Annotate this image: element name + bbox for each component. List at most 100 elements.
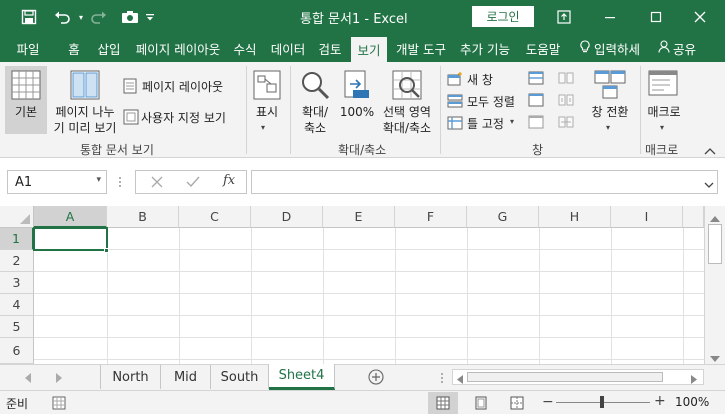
row-header[interactable]: 1 xyxy=(0,228,34,250)
next-sheet-icon[interactable] xyxy=(55,372,63,386)
tab-formulas[interactable]: 수식 xyxy=(228,34,262,62)
tab-insert[interactable]: 삽입 xyxy=(92,34,126,62)
custom-views-button[interactable]: 사용자 지정 보기 xyxy=(123,107,238,127)
close-icon[interactable] xyxy=(680,0,720,34)
formula-bar-grip[interactable] xyxy=(118,176,122,188)
macro-record-icon[interactable] xyxy=(52,396,66,413)
tab-developer[interactable]: 개발 도구 xyxy=(390,34,452,62)
undo-icon[interactable] xyxy=(48,0,78,34)
zoom-slider-thumb[interactable] xyxy=(600,396,604,408)
new-sheet-button[interactable] xyxy=(368,369,384,388)
enter-icon[interactable] xyxy=(186,176,200,191)
vertical-scroll-thumb[interactable] xyxy=(708,224,722,264)
row-header[interactable]: 2 xyxy=(0,250,34,272)
page-break-status-button[interactable] xyxy=(504,392,530,414)
undo-dropdown-icon[interactable]: ▾ xyxy=(76,0,86,34)
scroll-up-icon[interactable] xyxy=(710,211,720,225)
tab-page-layout[interactable]: 페이지 레이아웃 xyxy=(130,34,226,62)
row-header[interactable]: 6 xyxy=(0,338,34,364)
expand-formula-bar-icon[interactable] xyxy=(704,178,714,192)
arrange-all-button[interactable]: 모두 정렬 xyxy=(447,92,525,112)
insert-function-icon[interactable]: fx xyxy=(223,173,235,188)
switch-windows-button[interactable]: 창 전환 ▾ xyxy=(584,66,636,138)
zoom-label-1: 확대/ xyxy=(301,105,329,119)
page-layout-status-button[interactable] xyxy=(468,392,494,414)
unhide-button[interactable] xyxy=(528,115,546,133)
normal-view-status-icon xyxy=(436,396,450,410)
scroll-left-icon[interactable] xyxy=(456,373,463,387)
tab-file[interactable]: 파일 xyxy=(10,34,46,62)
formula-input[interactable] xyxy=(251,170,718,194)
minimize-icon[interactable] xyxy=(590,0,630,34)
tab-view[interactable]: 보기 xyxy=(351,37,387,62)
split-button[interactable] xyxy=(528,71,546,89)
new-window-button[interactable]: 새 창 xyxy=(447,70,525,90)
cancel-icon[interactable] xyxy=(151,176,163,191)
zoom-out-button[interactable]: − xyxy=(542,395,554,409)
name-box-dropdown-icon[interactable]: ▾ xyxy=(96,175,101,185)
horizontal-scrollbar[interactable] xyxy=(452,369,704,385)
horizontal-scroll-thumb[interactable] xyxy=(467,372,663,382)
sheet-tab-north[interactable]: North xyxy=(101,365,161,389)
reset-window-position-button[interactable] xyxy=(558,115,576,133)
active-cell[interactable] xyxy=(33,227,108,251)
zoom-to-selection-button[interactable]: 선택 영역 확대/축소 xyxy=(378,66,436,138)
normal-view-button[interactable]: 기본 xyxy=(5,66,47,134)
column-header[interactable] xyxy=(683,206,704,228)
column-header[interactable]: E xyxy=(323,206,395,228)
column-header[interactable]: D xyxy=(251,206,323,228)
tab-add-ins[interactable]: 추가 기능 xyxy=(454,34,516,62)
redo-icon[interactable] xyxy=(86,0,110,34)
hide-button[interactable] xyxy=(528,93,546,111)
zoom-100-button[interactable]: 100% xyxy=(338,66,376,138)
tab-data[interactable]: 데이터 xyxy=(266,34,310,62)
camera-icon[interactable] xyxy=(118,0,142,34)
login-button[interactable]: 로그인 xyxy=(472,6,534,27)
save-icon[interactable] xyxy=(14,0,44,34)
page-break-status-icon xyxy=(510,396,524,410)
row-header[interactable]: 5 xyxy=(0,316,34,338)
page-layout-view-button[interactable]: 페이지 레이아웃 xyxy=(123,76,238,96)
tab-review[interactable]: 검토 xyxy=(312,34,348,62)
synchronous-scrolling-button[interactable] xyxy=(558,93,576,111)
column-header[interactable]: I xyxy=(611,206,683,228)
name-box[interactable]: A1 ▾ xyxy=(7,170,107,194)
zoom-slider[interactable] xyxy=(556,396,650,408)
row-header[interactable]: 4 xyxy=(0,294,34,316)
sheet-tab-sheet4[interactable]: Sheet4 xyxy=(269,364,335,390)
zoom-level[interactable]: 100% xyxy=(675,395,709,409)
freeze-panes-button[interactable]: 틀 고정 ▾ xyxy=(447,114,525,134)
tab-help[interactable]: 도움말 xyxy=(518,34,568,62)
prev-sheet-icon[interactable] xyxy=(24,372,32,386)
tell-me-search[interactable]: 입력하세 xyxy=(572,34,648,62)
column-header[interactable]: B xyxy=(107,206,179,228)
select-all-corner[interactable] xyxy=(0,206,34,228)
normal-view-status-button[interactable] xyxy=(428,392,458,414)
vertical-scrollbar[interactable] xyxy=(704,206,725,364)
lightbulb-icon xyxy=(580,39,590,57)
maximize-icon[interactable] xyxy=(636,0,676,34)
column-header[interactable]: A xyxy=(34,206,107,228)
group-separator xyxy=(640,66,641,154)
share-button[interactable]: 공유 xyxy=(652,34,702,62)
zoom-in-button[interactable]: + xyxy=(654,394,666,408)
column-header[interactable]: G xyxy=(467,206,539,228)
customize-qat-icon[interactable] xyxy=(142,0,158,34)
show-button[interactable]: 표시 ▾ xyxy=(250,66,284,138)
ribbon-display-options-icon[interactable] xyxy=(551,0,577,34)
scroll-right-icon[interactable] xyxy=(691,373,698,387)
collapse-ribbon-icon[interactable] xyxy=(704,144,718,156)
row-header[interactable]: 3 xyxy=(0,272,34,294)
column-header[interactable]: H xyxy=(539,206,611,228)
column-header[interactable]: C xyxy=(179,206,251,228)
page-break-preview-button[interactable]: 페이지 나누 기 미리 보기 xyxy=(50,66,120,138)
column-header[interactable]: F xyxy=(395,206,467,228)
sheet-tab-mid[interactable]: Mid xyxy=(161,365,211,389)
fill-handle[interactable] xyxy=(104,248,109,253)
sheet-tab-grip[interactable] xyxy=(440,372,444,387)
sheet-tab-south[interactable]: South xyxy=(211,365,269,389)
tab-home[interactable]: 홈 xyxy=(58,34,90,62)
view-side-by-side-button[interactable] xyxy=(558,71,576,89)
macros-button[interactable]: 매크로 ▾ xyxy=(643,66,685,138)
zoom-button[interactable]: 확대/ 축소 xyxy=(296,66,334,138)
